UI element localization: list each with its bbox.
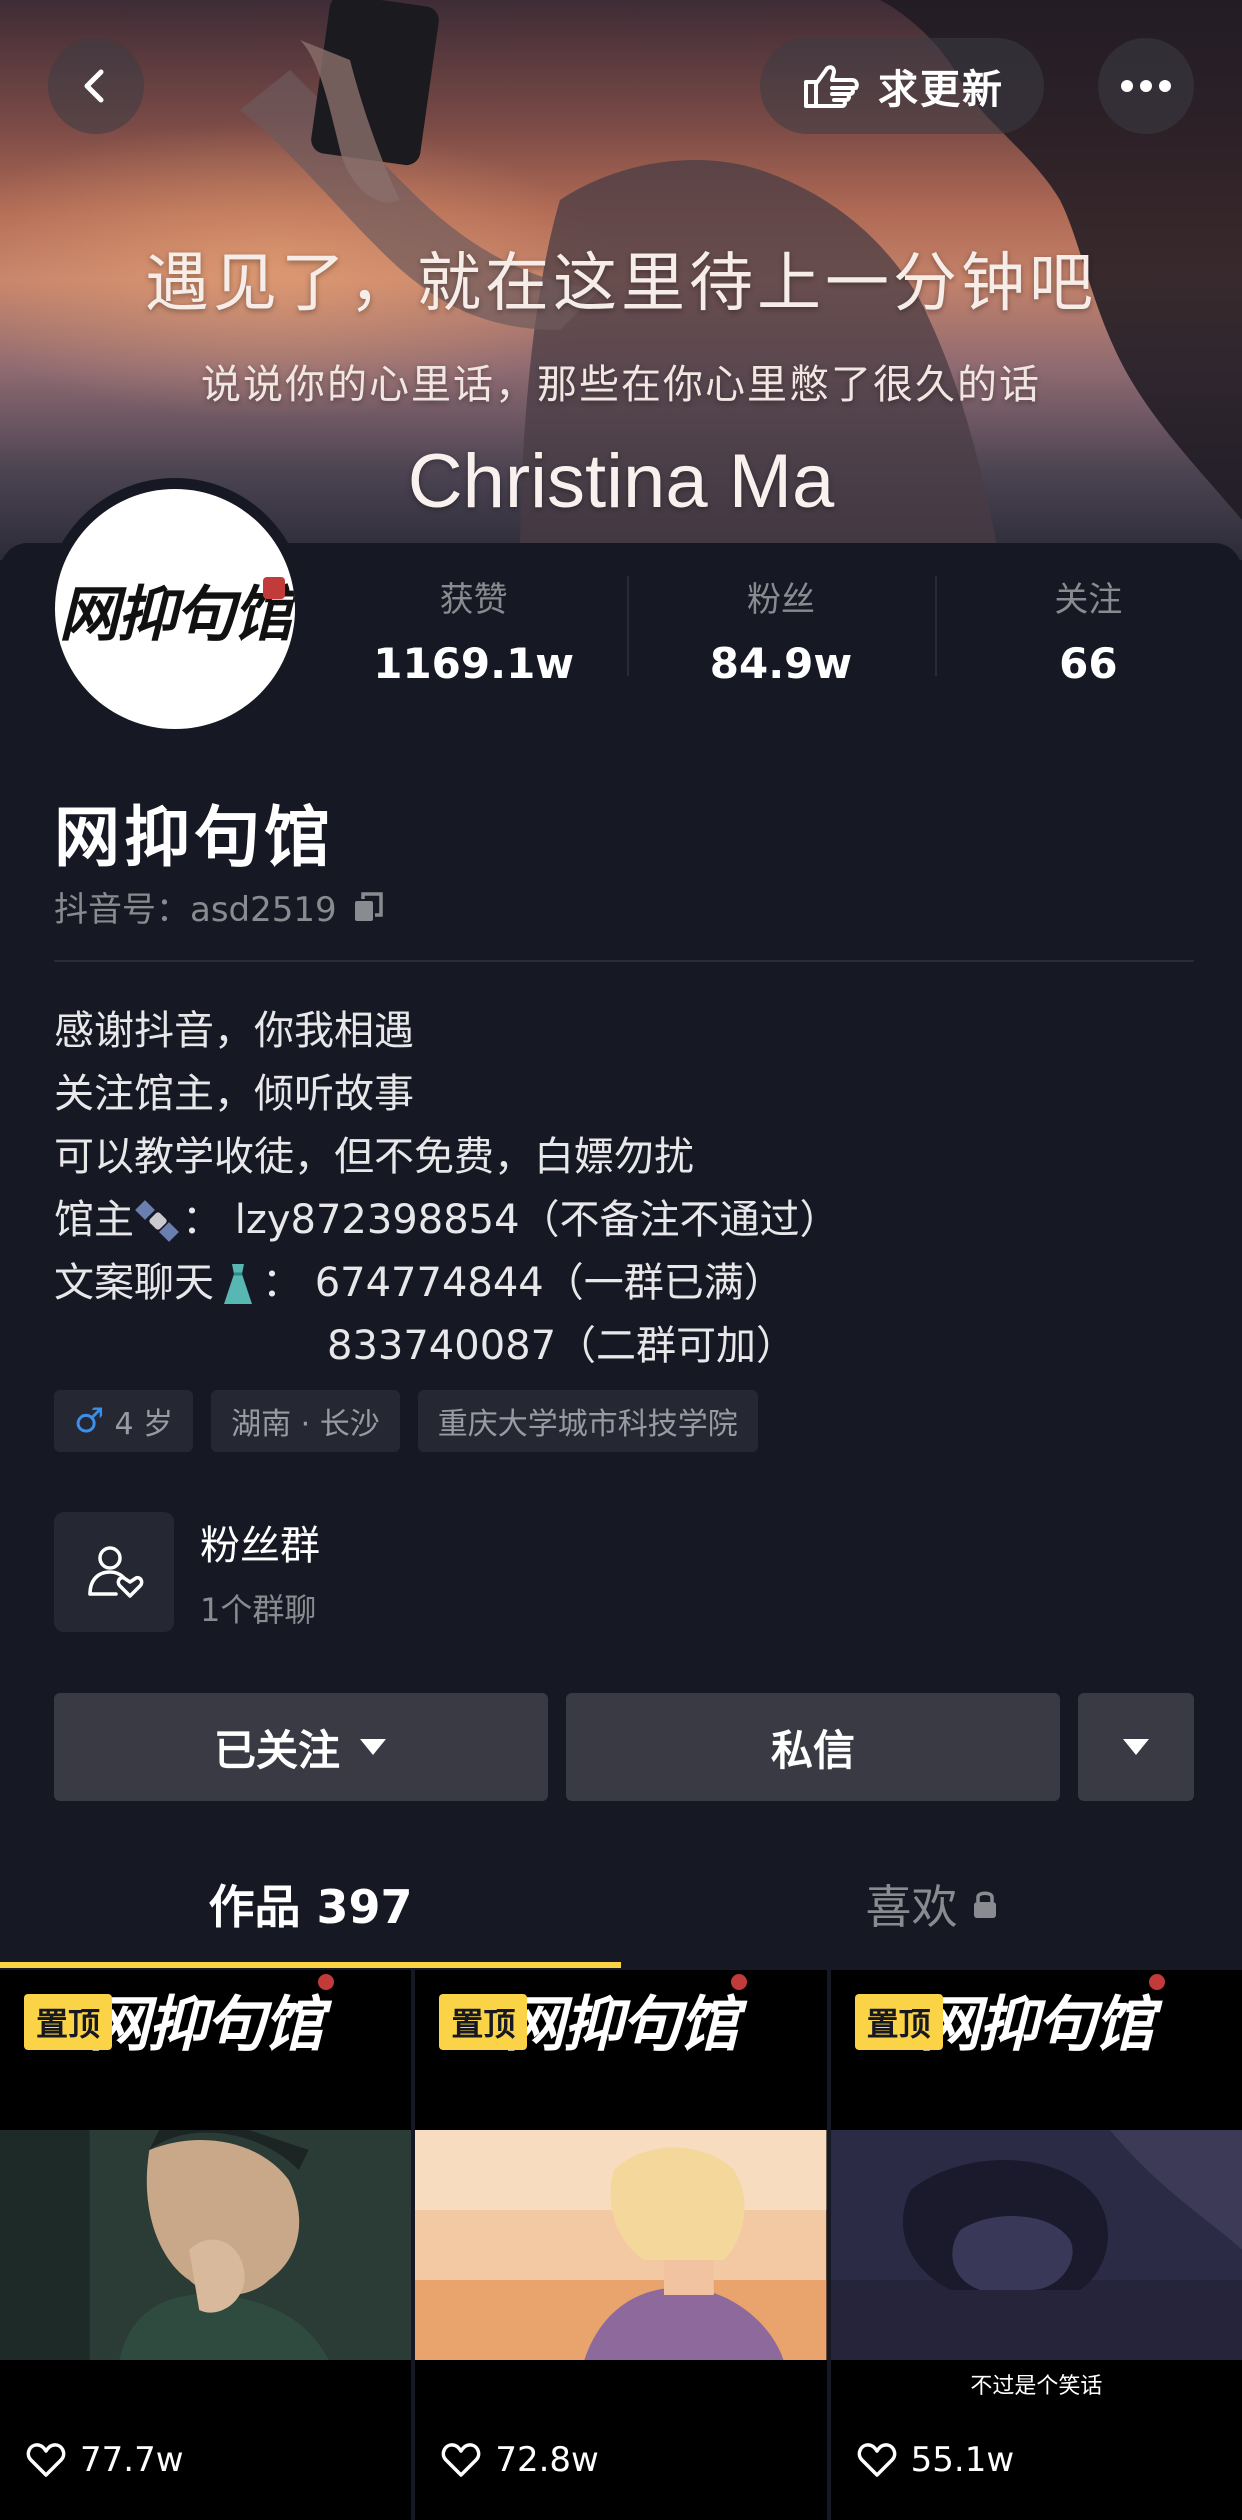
video-card[interactable]: 网抑句馆 置顶 77.7w — [0, 1970, 412, 2520]
bio-owner-contact: ： lzy872398854（不备注不通过） — [182, 1197, 840, 1243]
more-dots-icon — [1121, 80, 1171, 92]
video-caption: 不过是个笑话 — [970, 2374, 1103, 2399]
video-grid: 网抑句馆 置顶 77.7w 网抑句馆 置顶 72.8w 网抑句馆 不过是个笑话 … — [0, 1970, 1242, 2520]
fan-group-icon-box — [54, 1512, 174, 1632]
heart-icon — [26, 2443, 66, 2477]
male-icon: ♂ — [74, 1401, 105, 1441]
video-thumbnail — [830, 2130, 1242, 2360]
douyin-id-text: 抖音号：asd2519 — [54, 890, 337, 930]
tag-school[interactable]: 重庆大学城市科技学院 — [417, 1390, 758, 1452]
bio-line: 可以教学收徒，但不免费，白嫖勿扰 — [54, 1134, 694, 1180]
people-heart-icon — [88, 1546, 144, 1598]
video-likes: 72.8w — [441, 2440, 599, 2480]
banner-subslogan: 说说你的心里话，那些在你心里憋了很久的话 — [201, 362, 1041, 408]
tag-age: 4 岁 — [114, 1407, 174, 1442]
profile-divider — [54, 960, 1194, 962]
video-seal — [1148, 1974, 1165, 1990]
bio-line: 关注馆主，倾听故事 — [54, 1071, 414, 1117]
video-thumbnail — [0, 2130, 412, 2360]
tab-likes-label: 喜欢 — [865, 1880, 958, 1934]
stat-value: 84.9w — [709, 639, 853, 688]
pinned-badge: 置顶 — [24, 1994, 113, 2050]
followed-label: 已关注 — [213, 1725, 340, 1775]
tab-works[interactable]: 作品 397 — [0, 1838, 621, 1970]
avatar-seal — [263, 577, 285, 599]
profile-tags: ♂ 4 岁 湖南 · 长沙 重庆大学城市科技学院 — [54, 1390, 758, 1452]
tag-gender-age: ♂ 4 岁 — [54, 1390, 194, 1452]
chevron-left-icon — [84, 69, 104, 103]
tab-indicator — [0, 1962, 621, 1968]
action-buttons: 已关注 私信 — [54, 1693, 1194, 1801]
more-button[interactable] — [1098, 38, 1194, 134]
request-update-button[interactable]: 求更新 — [760, 38, 1044, 134]
content-tabs: 作品 397 喜欢 — [0, 1838, 1242, 1970]
stat-following[interactable]: 关注 66 — [934, 572, 1242, 692]
bio-line: 感谢抖音，你我相遇 — [54, 1008, 414, 1054]
back-button[interactable] — [48, 38, 144, 134]
bio: 感谢抖音，你我相遇 关注馆主，倾听故事 可以教学收徒，但不免费，白嫖勿扰 馆主 … — [54, 1000, 1194, 1378]
more-actions-dropdown[interactable] — [1078, 1693, 1194, 1801]
bio-line-owner: 馆主 ： lzy872398854（不备注不通过） — [54, 1189, 1194, 1252]
stats-row: 获赞 1169.1w 粉丝 84.9w 关注 66 — [320, 572, 1242, 692]
fan-group-subtitle: 1个群聊 — [200, 1591, 317, 1629]
caret-down-icon — [360, 1739, 386, 1755]
lock-icon — [973, 1891, 996, 1918]
avatar[interactable]: 网抑句馆 — [55, 489, 295, 729]
dress-emoji-icon — [224, 1263, 252, 1304]
avatar-logo-text: 网抑句馆 — [59, 579, 293, 650]
video-likes-count: 72.8w — [495, 2440, 599, 2480]
bio-owner-prefix: 馆主 — [54, 1197, 134, 1243]
douyin-id: 抖音号：asd2519 — [54, 882, 387, 931]
message-label: 私信 — [770, 1725, 855, 1775]
video-seal — [318, 1974, 334, 1990]
stat-label: 关注 — [1054, 580, 1123, 620]
tab-likes[interactable]: 喜欢 — [621, 1838, 1242, 1970]
satellite-emoji-icon — [135, 1199, 179, 1242]
pinned-badge: 置顶 — [854, 1994, 943, 2050]
video-likes-count: 77.7w — [80, 2440, 184, 2480]
bio-chat-prefix: 文案聊天 — [54, 1260, 214, 1306]
video-card[interactable]: 网抑句馆 置顶 72.8w — [415, 1970, 827, 2520]
tab-works-label: 作品 397 — [208, 1880, 413, 1934]
tag-location: 湖南 · 长沙 — [211, 1390, 400, 1452]
stat-value: 66 — [1059, 639, 1118, 688]
video-thumbnail — [415, 2130, 827, 2360]
stat-followers[interactable]: 粉丝 84.9w — [627, 572, 934, 692]
message-button[interactable]: 私信 — [566, 1693, 1060, 1801]
fan-group-entry[interactable]: 粉丝群 1个群聊 — [54, 1512, 320, 1632]
fan-group-text: 粉丝群 1个群聊 — [200, 1513, 320, 1631]
request-update-label: 求更新 — [878, 67, 1004, 113]
caret-down-icon — [1123, 1739, 1149, 1755]
pointing-hand-icon — [804, 65, 859, 108]
video-likes-count: 55.1w — [910, 2440, 1015, 2480]
nickname: 网抑句馆 — [54, 799, 334, 876]
followed-button[interactable]: 已关注 — [54, 1693, 548, 1801]
video-card[interactable]: 网抑句馆 不过是个笑话 置顶 55.1w — [830, 1970, 1242, 2520]
stat-value: 1169.1w — [373, 639, 575, 688]
heart-icon — [442, 2443, 481, 2477]
bio-line-chat: 文案聊天 ： 674774844（一群已满） — [54, 1252, 1194, 1315]
pinned-badge: 置顶 — [439, 1994, 528, 2050]
video-likes: 55.1w — [857, 2440, 1015, 2480]
video-likes: 77.7w — [26, 2440, 184, 2480]
stat-likes[interactable]: 获赞 1169.1w — [320, 572, 627, 692]
fan-group-title: 粉丝群 — [200, 1523, 320, 1569]
bio-chat-contact: ： 674774844（一群已满） — [262, 1260, 784, 1306]
banner-slogan: 遇见了，就在这里待上一分钟吧 — [145, 247, 1097, 321]
bio-line: 833740087（二群可加） — [327, 1323, 797, 1369]
stat-label: 粉丝 — [746, 580, 815, 620]
copy-icon[interactable] — [351, 889, 387, 925]
profile-banner: 遇见了，就在这里待上一分钟吧 说说你的心里话，那些在你心里憋了很久的话 Chri… — [0, 0, 1242, 560]
stat-label: 获赞 — [439, 580, 508, 620]
heart-icon — [857, 2443, 896, 2477]
